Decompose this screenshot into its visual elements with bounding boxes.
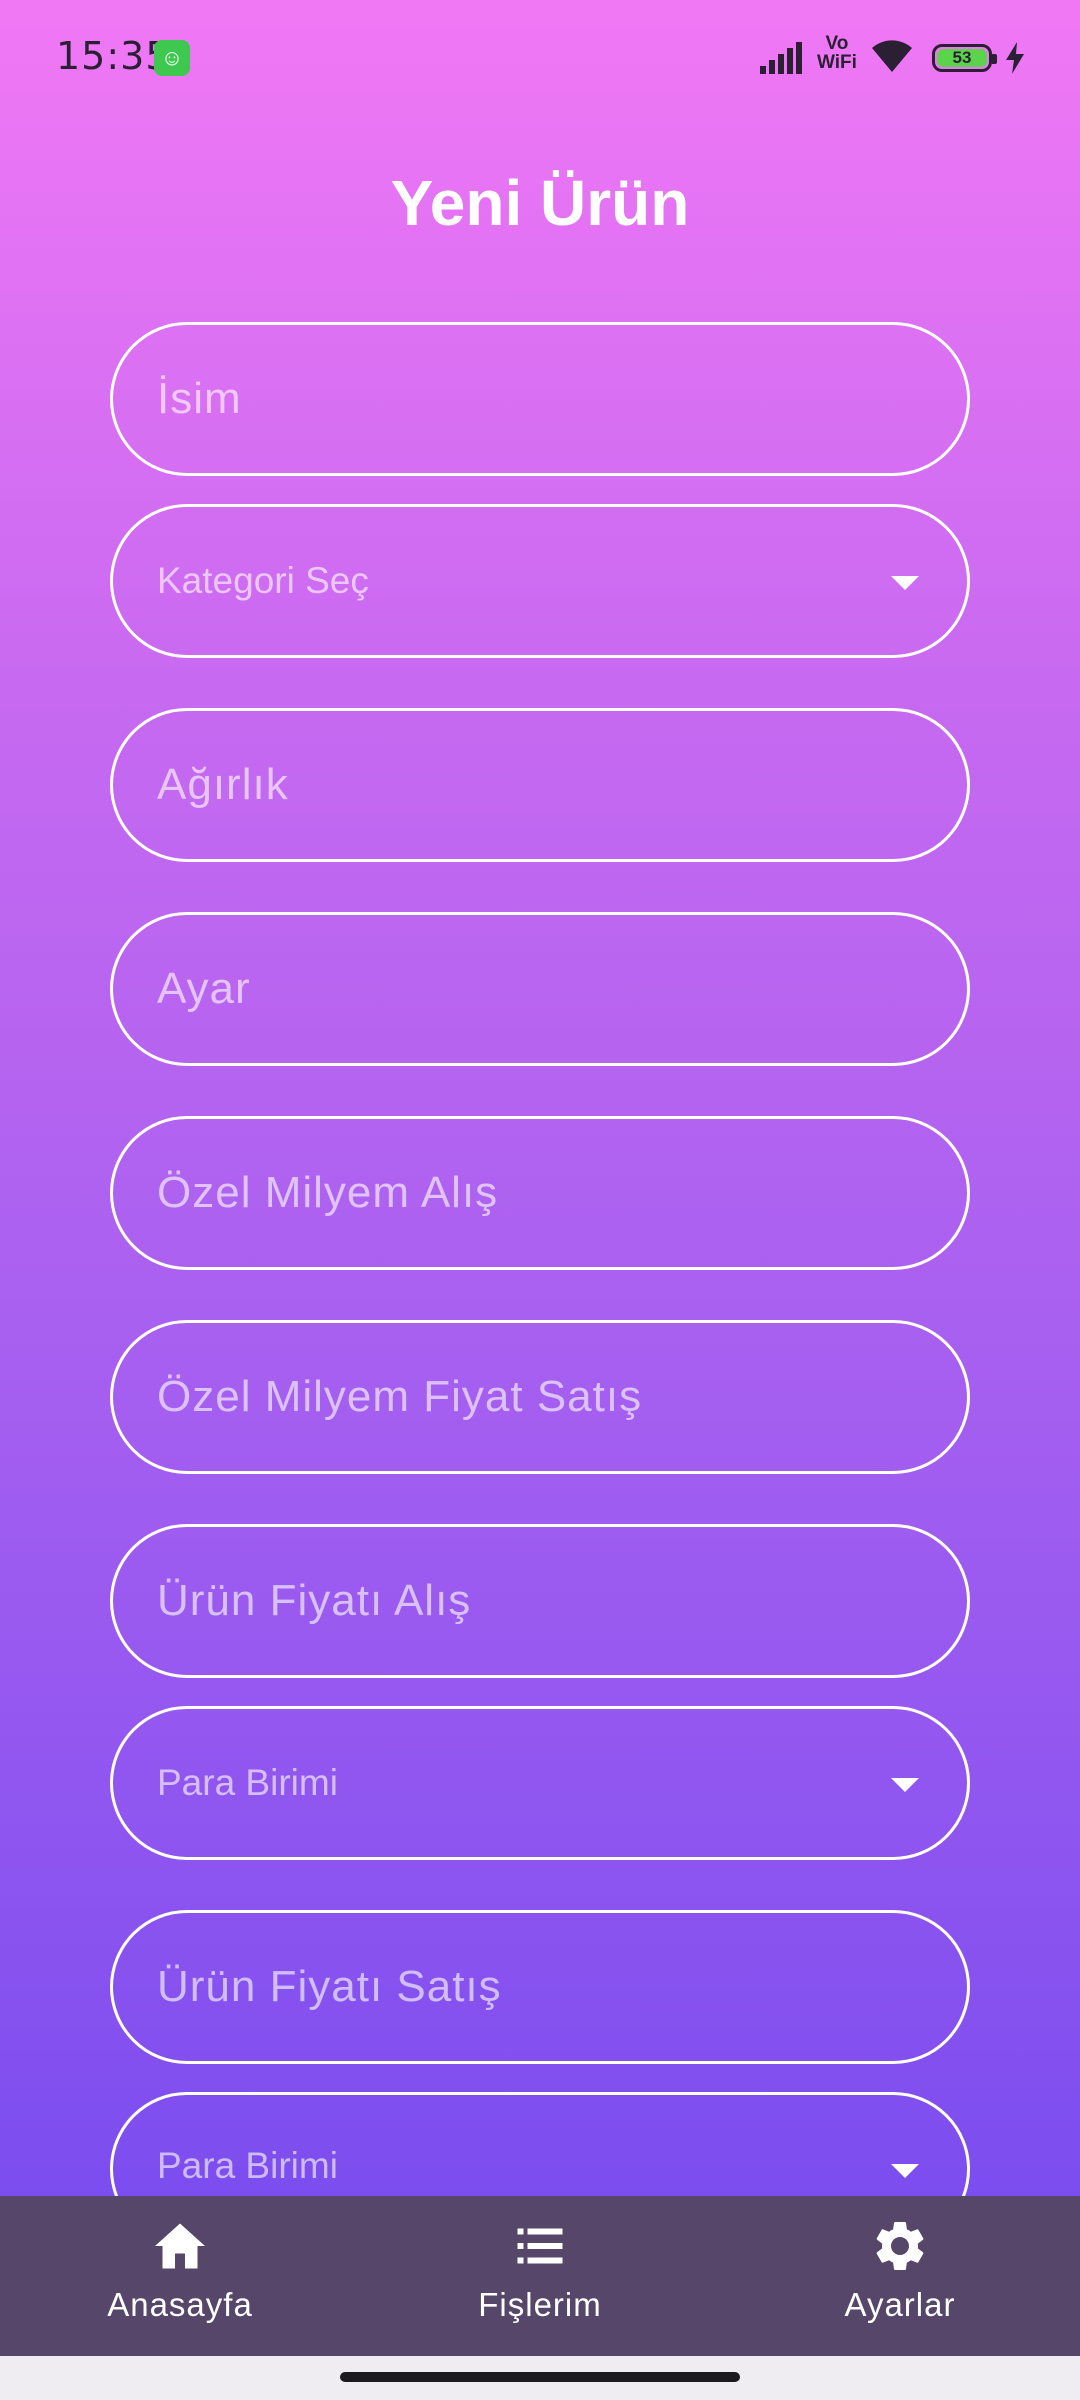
- nav-label-home: Anasayfa: [107, 2286, 253, 2323]
- ayar-input[interactable]: Ayar: [110, 912, 970, 1066]
- product-price-sell-input[interactable]: Ürün Fiyatı Satış: [110, 1910, 970, 2064]
- product-price-buy-placeholder: Ürün Fiyatı Alış: [157, 1576, 472, 1625]
- wifi-icon: [872, 40, 912, 72]
- list-icon: [517, 2228, 563, 2264]
- gear-icon: [876, 2222, 924, 2270]
- nav-item-receipts[interactable]: Fişlerim: [360, 2196, 720, 2356]
- special-milyem-sell-placeholder: Özel Milyem Fiyat Satış: [157, 1372, 643, 1421]
- special-milyem-sell-input[interactable]: Özel Milyem Fiyat Satış: [110, 1320, 970, 1474]
- battery-tip: [992, 54, 997, 64]
- weight-placeholder: Ağırlık: [157, 760, 289, 809]
- home-icon: [155, 2223, 205, 2269]
- product-price-sell-placeholder: Ürün Fiyatı Satış: [157, 1962, 502, 2011]
- nav-label-settings: Ayarlar: [844, 2286, 956, 2323]
- ayar-placeholder: Ayar: [157, 964, 251, 1013]
- home-gesture-bar[interactable]: [340, 2372, 740, 2382]
- app-screen: 15:35 ☺ Vo WiFi 53 Yeni Ürün İsim Katego…: [0, 0, 1080, 2196]
- charging-bolt-icon: [1006, 42, 1024, 74]
- nav-item-home[interactable]: Anasayfa: [0, 2196, 360, 2356]
- nav-item-settings[interactable]: Ayarlar: [720, 2196, 1080, 2356]
- bottom-navigation: Anasayfa Fişlerim Ayarlar: [0, 2196, 1080, 2356]
- category-placeholder: Kategori Seç: [157, 560, 369, 601]
- name-placeholder: İsim: [157, 374, 242, 423]
- currency-select-sell[interactable]: Para Birimi: [110, 2092, 970, 2196]
- weight-input[interactable]: Ağırlık: [110, 708, 970, 862]
- currency-select-buy[interactable]: Para Birimi: [110, 1706, 970, 1860]
- special-milyem-buy-placeholder: Özel Milyem Alış: [157, 1168, 499, 1217]
- nav-label-receipts: Fişlerim: [478, 2286, 602, 2323]
- dropdown-arrow-icon: [891, 1778, 919, 1792]
- cell-signal-icon: [760, 42, 802, 74]
- battery-level: 53: [937, 48, 987, 67]
- notification-app-icon: ☺: [154, 40, 190, 76]
- battery-icon: 53: [932, 44, 997, 72]
- currency-sell-placeholder: Para Birimi: [157, 2145, 338, 2186]
- page-title: Yeni Ürün: [390, 167, 690, 239]
- name-input[interactable]: İsim: [110, 322, 970, 476]
- currency-buy-placeholder: Para Birimi: [157, 1762, 338, 1803]
- product-price-buy-input[interactable]: Ürün Fiyatı Alış: [110, 1524, 970, 1678]
- vowifi-top-label: Vo: [825, 33, 849, 54]
- category-select[interactable]: Kategori Seç: [110, 504, 970, 658]
- dropdown-arrow-icon: [891, 576, 919, 590]
- vowifi-indicator: Vo WiFi: [817, 34, 857, 72]
- vowifi-bottom-label: WiFi: [817, 52, 857, 73]
- special-milyem-buy-input[interactable]: Özel Milyem Alış: [110, 1116, 970, 1270]
- status-bar: 15:35 ☺ Vo WiFi 53: [0, 0, 1080, 110]
- gesture-area: [0, 2356, 1080, 2400]
- dropdown-arrow-icon: [891, 2164, 919, 2178]
